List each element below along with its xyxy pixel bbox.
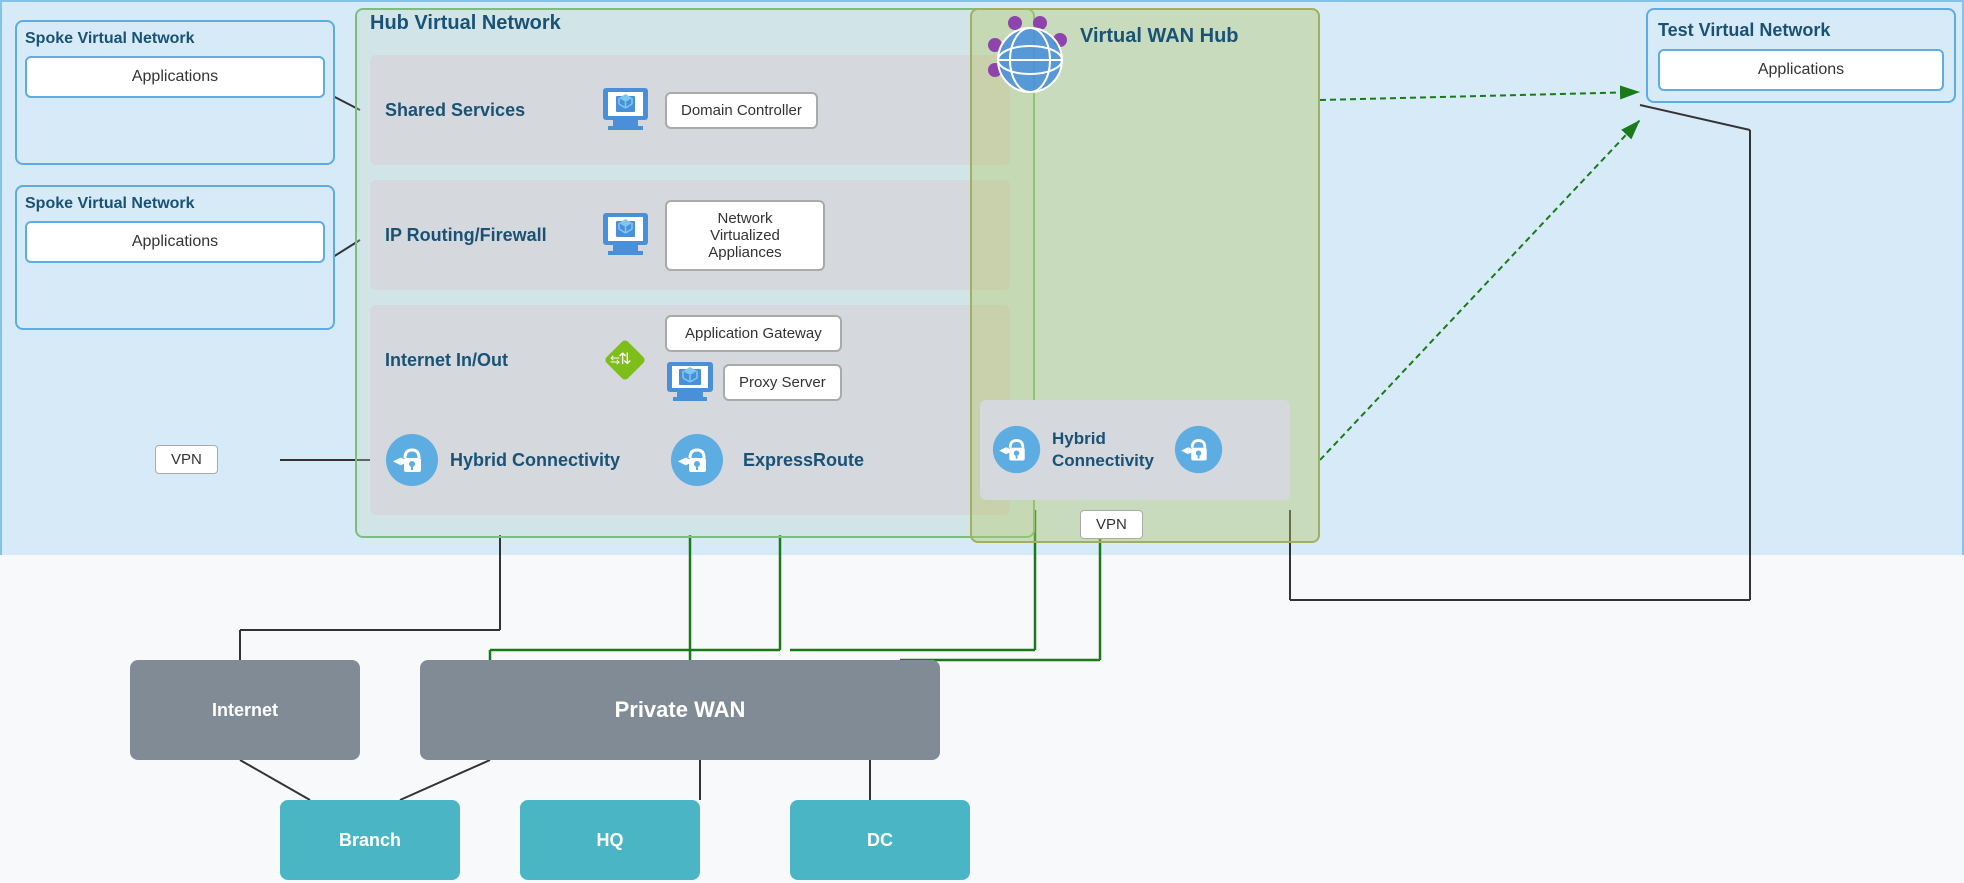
ip-routing-label: IP Routing/Firewall: [385, 225, 585, 246]
proxy-server-box: Proxy Server: [723, 364, 842, 401]
internet-inout-row: Internet In/Out ⇅ ⇆ Application Gateway: [370, 305, 1010, 415]
network-appliances-box: Network Virtualized Appliances: [665, 200, 825, 271]
vpn-left-label: VPN: [155, 445, 218, 474]
app-gateway-box: Application Gateway: [665, 315, 842, 352]
svg-text:◀▶: ◀▶: [1181, 445, 1195, 455]
shared-services-icon: [595, 80, 655, 140]
svg-text:◀▶: ◀▶: [393, 456, 409, 467]
shared-services-label: Shared Services: [385, 100, 585, 121]
shared-services-row: Shared Services Domain Controller: [370, 55, 1010, 165]
wan-hybrid-row: ◀▶ HybridConnectivity ◀▶: [980, 400, 1290, 500]
ip-routing-icon: [595, 205, 655, 265]
svg-text:◀▶: ◀▶: [999, 445, 1013, 455]
test-vnet-container: Test Virtual Network Applications: [1646, 8, 1956, 103]
wan-hub-title: Virtual WAN Hub: [1080, 25, 1239, 48]
internet-box: Internet: [130, 660, 360, 760]
hq-box: HQ: [520, 800, 700, 880]
svg-text:◀▶: ◀▶: [678, 456, 694, 467]
svg-text:⇅: ⇅: [618, 351, 631, 368]
dc-box: DC: [790, 800, 970, 880]
wan-hybrid-label: HybridConnectivity: [1052, 428, 1154, 472]
branch-box: Branch: [280, 800, 460, 880]
spoke2-app: Applications: [25, 221, 325, 263]
spoke-vnet-1: Spoke Virtual Network Applications: [15, 20, 335, 165]
private-wan-box: Private WAN: [420, 660, 940, 760]
test-vnet-app: Applications: [1658, 49, 1944, 91]
globe-icon: [985, 15, 1070, 105]
vpn-right-label: VPN: [1080, 510, 1143, 539]
internet-inout-label: Internet In/Out: [385, 350, 585, 371]
ip-routing-row: IP Routing/Firewall Network Virtualized …: [370, 180, 1010, 290]
test-vnet-title: Test Virtual Network: [1658, 20, 1944, 41]
hub-hybrid-row: ◀▶ Hybrid Connectivity ◀▶ ExpressRoute: [370, 405, 1010, 515]
svg-text:⇆: ⇆: [610, 353, 620, 367]
domain-controller-box: Domain Controller: [665, 92, 818, 129]
spoke1-title: Spoke Virtual Network: [25, 30, 325, 48]
spoke1-app: Applications: [25, 56, 325, 98]
spoke2-title: Spoke Virtual Network: [25, 195, 325, 213]
hub-vnet-title: Hub Virtual Network: [370, 12, 561, 35]
spoke-vnet-2: Spoke Virtual Network Applications: [15, 185, 335, 330]
expressroute-label: ExpressRoute: [743, 450, 943, 471]
app-gateway-icon: ⇅ ⇆: [595, 330, 655, 390]
hub-hybrid-label: Hybrid Connectivity: [450, 450, 650, 471]
